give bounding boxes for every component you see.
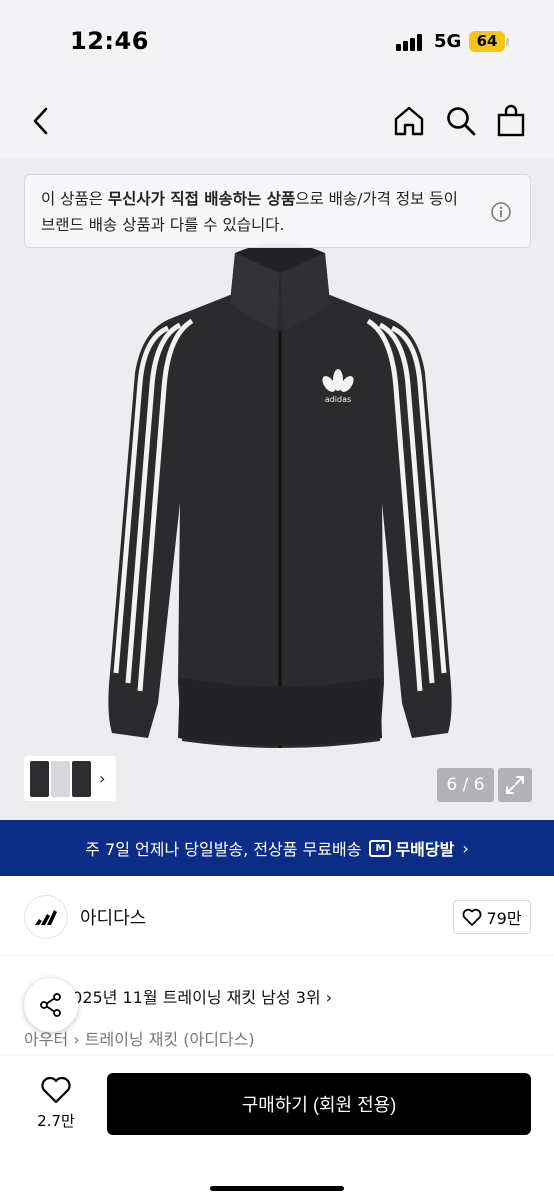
signal-icon bbox=[396, 33, 426, 51]
wishlist-count: 2.7만 bbox=[37, 1112, 75, 1130]
share-button[interactable] bbox=[24, 978, 78, 1032]
brand-like-button[interactable]: 79만 bbox=[453, 900, 531, 934]
breadcrumb-subcategory[interactable]: 트레이닝 재킷 (아디다스) bbox=[85, 1030, 255, 1049]
image-counter: 6 / 6 bbox=[437, 768, 494, 802]
notice-text-bold: 무신사가 직접 배송하는 상품 bbox=[107, 190, 296, 208]
wishlist-button[interactable]: 2.7만 bbox=[26, 1076, 86, 1131]
chevron-right-icon[interactable]: › bbox=[99, 769, 105, 788]
share-icon bbox=[40, 993, 61, 1017]
promo-text: 주 7일 언제나 당일발송, 전상품 무료배송 bbox=[85, 840, 362, 859]
search-icon[interactable] bbox=[442, 102, 480, 140]
heart-icon bbox=[41, 1076, 71, 1104]
delivery-promo-banner[interactable]: 주 7일 언제나 당일발송, 전상품 무료배송 M 무배당발 › bbox=[0, 820, 554, 876]
brand-name[interactable]: 아디다스 bbox=[80, 904, 146, 930]
promo-badge-label: 무배당발 bbox=[395, 840, 455, 859]
product-image: adidas bbox=[108, 243, 452, 748]
heart-icon bbox=[463, 908, 482, 926]
product-gallery[interactable]: 이 상품은 무신사가 직접 배송하는 상품으로 배송/가격 정보 등이 브랜드 … bbox=[0, 158, 554, 820]
brand-like-count: 79만 bbox=[486, 909, 522, 928]
bag-icon[interactable] bbox=[492, 102, 530, 140]
thumbnail[interactable] bbox=[51, 760, 70, 797]
promo-badge: M 무배당발 bbox=[369, 836, 454, 860]
battery-cap bbox=[506, 38, 509, 46]
ranking-link[interactable]: 2025년 11월 트레이닝 재킷 남성 3위 › bbox=[62, 984, 332, 1008]
delivery-truck-icon: M bbox=[369, 839, 392, 857]
nav-bar bbox=[0, 84, 554, 158]
breadcrumb-category[interactable]: 아우터 bbox=[24, 1030, 68, 1049]
breadcrumb-separator: › bbox=[73, 1030, 85, 1049]
expand-icon[interactable] bbox=[498, 768, 532, 802]
status-time: 12:46 bbox=[70, 27, 149, 55]
status-bar: 12:46 5G 64 bbox=[0, 0, 554, 84]
network-label: 5G bbox=[434, 31, 462, 52]
logo-text: adidas bbox=[325, 395, 351, 404]
brand-logo[interactable] bbox=[24, 895, 68, 939]
chevron-right-icon: › bbox=[462, 838, 469, 858]
buy-button[interactable]: 구매하기 (회원 전용) bbox=[107, 1073, 531, 1135]
brand-row[interactable]: 아디다스 79만 bbox=[0, 876, 554, 956]
notice-text-prefix: 이 상품은 bbox=[41, 190, 108, 208]
home-indicator bbox=[210, 1186, 344, 1191]
battery-icon: 64 bbox=[469, 31, 505, 52]
ranking-text: 2025년 11월 트레이닝 재킷 남성 3위 bbox=[62, 988, 321, 1007]
thumbnail[interactable] bbox=[72, 760, 91, 797]
thumbnail-strip[interactable]: › bbox=[24, 756, 116, 801]
bottom-action-bar: 2.7만 구매하기 (회원 전용) bbox=[0, 1056, 554, 1200]
thumbnail[interactable] bbox=[30, 760, 49, 797]
delivery-notice: 이 상품은 무신사가 직접 배송하는 상품으로 배송/가격 정보 등이 브랜드 … bbox=[24, 174, 531, 248]
home-icon[interactable] bbox=[390, 102, 428, 140]
info-icon[interactable] bbox=[490, 201, 512, 223]
back-icon[interactable] bbox=[22, 102, 60, 140]
